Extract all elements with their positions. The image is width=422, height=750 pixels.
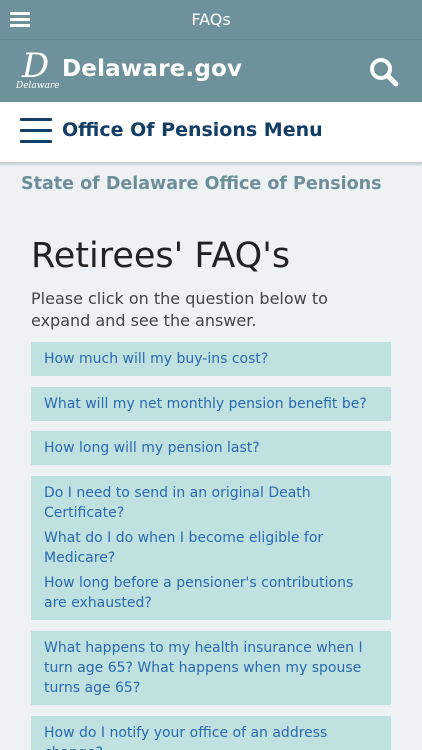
faq-item-buy-ins-cost[interactable]: How much will my buy-ins cost? — [31, 342, 391, 376]
office-title: State of Delaware Office of Pensions — [21, 174, 382, 194]
page-title: FAQs — [191, 10, 231, 29]
office-menu-label[interactable]: Office Of Pensions Menu — [62, 119, 323, 141]
site-name[interactable]: Delaware.gov — [62, 56, 242, 82]
office-menu-icon[interactable] — [20, 118, 52, 144]
faq-item-pension-duration[interactable]: How long will my pension last? — [31, 431, 391, 465]
faq-item-contributions-exhausted[interactable]: How long before a pensioner's contributi… — [31, 566, 391, 620]
faq-item-health-insurance-65[interactable]: What happens to my health insurance when… — [31, 631, 391, 705]
site-header: D Delaware Delaware.gov — [0, 40, 422, 102]
search-icon[interactable] — [368, 56, 400, 88]
delaware-logo[interactable]: D Delaware — [16, 46, 60, 94]
logo-word: Delaware — [16, 81, 60, 91]
faq-intro: Please click on the question below to ex… — [31, 289, 328, 330]
faq-heading: Retirees' FAQ's — [31, 236, 291, 276]
logo-mark: D — [22, 46, 50, 86]
office-menu-bar[interactable]: Office Of Pensions Menu — [0, 102, 422, 164]
top-bar: FAQs — [0, 0, 422, 40]
faq-item-net-monthly-benefit[interactable]: What will my net monthly pension benefit… — [31, 387, 391, 421]
faq-item-address-change[interactable]: How do I notify your office of an addres… — [31, 716, 391, 750]
